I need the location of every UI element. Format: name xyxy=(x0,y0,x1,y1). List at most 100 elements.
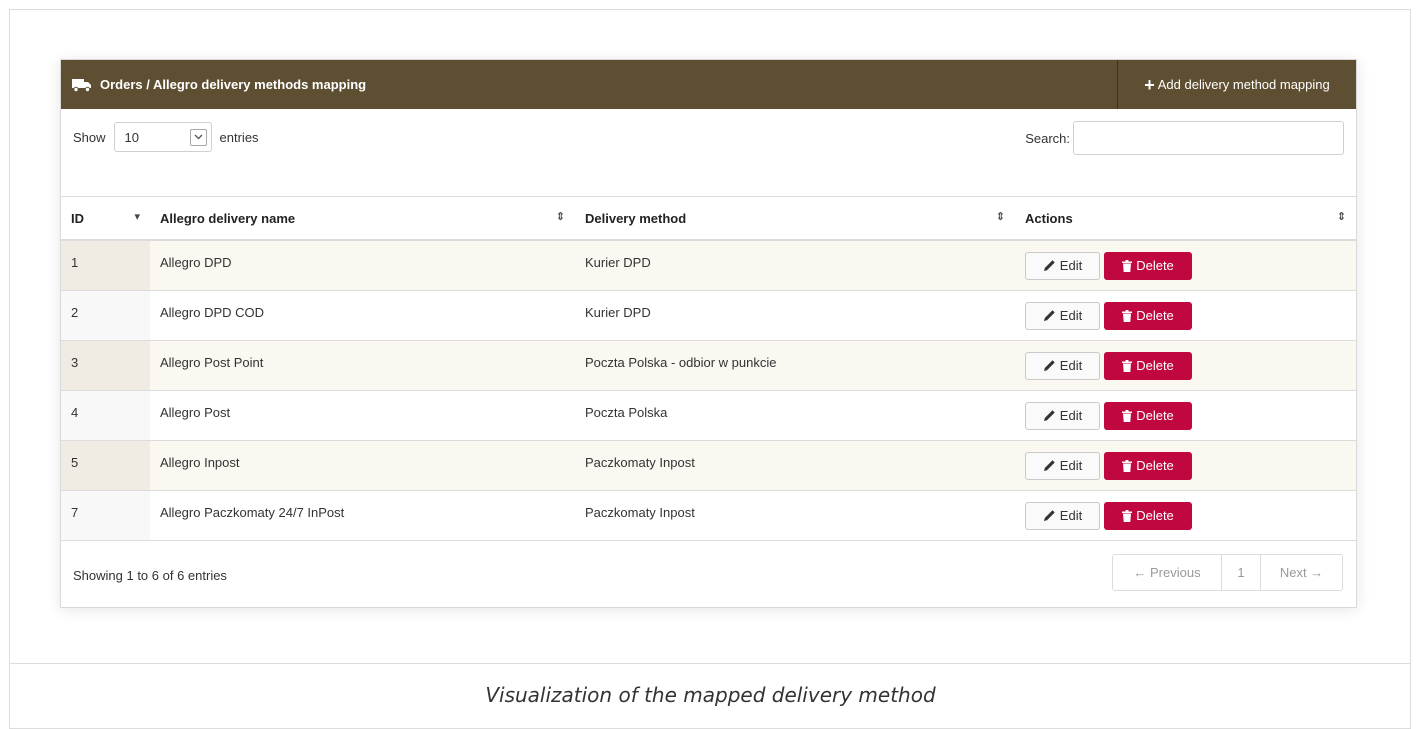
column-header-id-label: ID xyxy=(71,210,84,226)
column-header-allegro-name-label: Allegro delivery name xyxy=(160,210,296,226)
column-header-delivery-method-label: Delivery method xyxy=(585,210,687,226)
row-id: 3 xyxy=(61,340,150,391)
edit-label: Edit xyxy=(1059,408,1083,423)
entries-info: Showing 1 to 6 of 6 entries xyxy=(73,568,227,583)
row-delivery-method: Kurier DPD xyxy=(575,290,1015,341)
pagination: ← Previous 1 Next → xyxy=(1112,554,1343,591)
sort-desc-icon: ▾ xyxy=(134,211,140,223)
row-actions: Edit Delete xyxy=(1015,340,1356,391)
row-actions: Edit Delete xyxy=(1015,290,1356,341)
delete-button[interactable]: Delete xyxy=(1104,401,1192,430)
page-length-control: Show 10 entries xyxy=(73,122,259,152)
column-header-actions[interactable]: Actions ⇕ xyxy=(1015,196,1356,241)
edit-label: Edit xyxy=(1059,458,1083,473)
trash-icon xyxy=(1122,459,1133,472)
delete-label: Delete xyxy=(1136,508,1174,523)
delete-button[interactable]: Delete xyxy=(1104,251,1192,280)
next-page-button[interactable]: Next → xyxy=(1261,555,1342,590)
panel-title-text: Orders / Allegro delivery methods mappin… xyxy=(100,77,367,92)
caption-divider xyxy=(10,663,1411,664)
delete-button[interactable]: Delete xyxy=(1104,451,1192,480)
search-control: Search: xyxy=(1025,121,1344,155)
edit-button[interactable]: Edit xyxy=(1025,251,1100,280)
pencil-icon xyxy=(1043,310,1055,321)
row-id: 1 xyxy=(61,240,150,291)
show-label: Show xyxy=(73,129,106,145)
table-header-row: ID ▾ Allegro delivery name ⇕ Delivery me… xyxy=(61,196,1356,241)
panel-title: Orders / Allegro delivery methods mappin… xyxy=(61,77,366,92)
row-allegro-name: Allegro Inpost xyxy=(150,440,575,491)
delete-button[interactable]: Delete xyxy=(1104,501,1192,530)
column-header-id[interactable]: ID ▾ xyxy=(61,196,150,241)
edit-label: Edit xyxy=(1059,358,1083,373)
row-id: 7 xyxy=(61,490,150,541)
edit-label: Edit xyxy=(1059,258,1083,273)
edit-button[interactable]: Edit xyxy=(1025,401,1100,430)
add-delivery-mapping-button[interactable]: + Add delivery method mapping xyxy=(1117,60,1356,109)
row-delivery-method: Poczta Polska - odbior w punkcie xyxy=(575,340,1015,391)
row-delivery-method: Poczta Polska xyxy=(575,390,1015,441)
edit-button[interactable]: Edit xyxy=(1025,501,1100,530)
delivery-mapping-panel: Orders / Allegro delivery methods mappin… xyxy=(60,59,1357,608)
delete-label: Delete xyxy=(1136,458,1174,473)
edit-label: Edit xyxy=(1059,508,1083,523)
pencil-icon xyxy=(1043,510,1055,521)
page-number-button[interactable]: 1 xyxy=(1222,555,1261,590)
sort-icon: ⇕ xyxy=(995,211,1005,223)
delete-button[interactable]: Delete xyxy=(1104,351,1192,380)
row-allegro-name: Allegro DPD COD xyxy=(150,290,575,341)
previous-page-button[interactable]: ← Previous xyxy=(1113,555,1222,590)
table-row: 7 Allegro Paczkomaty 24/7 InPost Paczkom… xyxy=(61,490,1356,541)
row-allegro-name: Allegro Paczkomaty 24/7 InPost xyxy=(150,490,575,541)
pencil-icon xyxy=(1043,260,1055,271)
sort-icon: ⇕ xyxy=(1336,211,1346,223)
edit-button[interactable]: Edit xyxy=(1025,301,1100,330)
trash-icon xyxy=(1122,409,1133,422)
row-id: 4 xyxy=(61,390,150,441)
column-header-delivery-method[interactable]: Delivery method ⇕ xyxy=(575,196,1015,241)
edit-button[interactable]: Edit xyxy=(1025,351,1100,380)
trash-icon xyxy=(1122,509,1133,522)
trash-icon xyxy=(1122,359,1133,372)
entries-label: entries xyxy=(219,129,259,145)
row-allegro-name: Allegro Post xyxy=(150,390,575,441)
delete-label: Delete xyxy=(1136,408,1174,423)
table-row: 5 Allegro Inpost Paczkomaty Inpost Edit … xyxy=(61,440,1356,491)
pencil-icon xyxy=(1043,460,1055,471)
edit-button[interactable]: Edit xyxy=(1025,451,1100,480)
table-row: 4 Allegro Post Poczta Polska Edit Delete xyxy=(61,390,1356,441)
row-actions: Edit Delete xyxy=(1015,440,1356,491)
sort-icon: ⇕ xyxy=(555,211,565,223)
table-controls: Show 10 entries Search: xyxy=(61,109,1356,196)
search-input[interactable] xyxy=(1073,121,1344,155)
table-row: 3 Allegro Post Point Poczta Polska - odb… xyxy=(61,340,1356,391)
pencil-icon xyxy=(1043,360,1055,371)
page-length-select[interactable]: 10 xyxy=(113,122,212,152)
add-button-label: Add delivery method mapping xyxy=(1157,77,1330,92)
plus-icon: + xyxy=(1144,74,1155,95)
row-delivery-method: Paczkomaty Inpost xyxy=(575,490,1015,541)
delete-label: Delete xyxy=(1136,358,1174,373)
pencil-icon xyxy=(1043,410,1055,421)
mapping-table: ID ▾ Allegro delivery name ⇕ Delivery me… xyxy=(61,196,1356,541)
table-row: 2 Allegro DPD COD Kurier DPD Edit Delete xyxy=(61,290,1356,341)
search-label: Search: xyxy=(1025,130,1070,146)
table-footer: Showing 1 to 6 of 6 entries ← Previous 1… xyxy=(61,541,1356,605)
row-id: 2 xyxy=(61,290,150,341)
row-allegro-name: Allegro Post Point xyxy=(150,340,575,391)
column-header-allegro-name[interactable]: Allegro delivery name ⇕ xyxy=(150,196,575,241)
delete-label: Delete xyxy=(1136,258,1174,273)
column-header-actions-label: Actions xyxy=(1025,210,1073,226)
edit-label: Edit xyxy=(1059,308,1083,323)
delete-label: Delete xyxy=(1136,308,1174,323)
row-actions: Edit Delete xyxy=(1015,240,1356,291)
truck-icon xyxy=(72,78,92,92)
figure-caption: Visualization of the mapped delivery met… xyxy=(485,683,936,707)
trash-icon xyxy=(1122,309,1133,322)
row-actions: Edit Delete xyxy=(1015,390,1356,441)
delete-button[interactable]: Delete xyxy=(1104,301,1192,330)
row-id: 5 xyxy=(61,440,150,491)
row-delivery-method: Paczkomaty Inpost xyxy=(575,440,1015,491)
chevron-down-icon xyxy=(189,128,207,146)
row-delivery-method: Kurier DPD xyxy=(575,240,1015,291)
